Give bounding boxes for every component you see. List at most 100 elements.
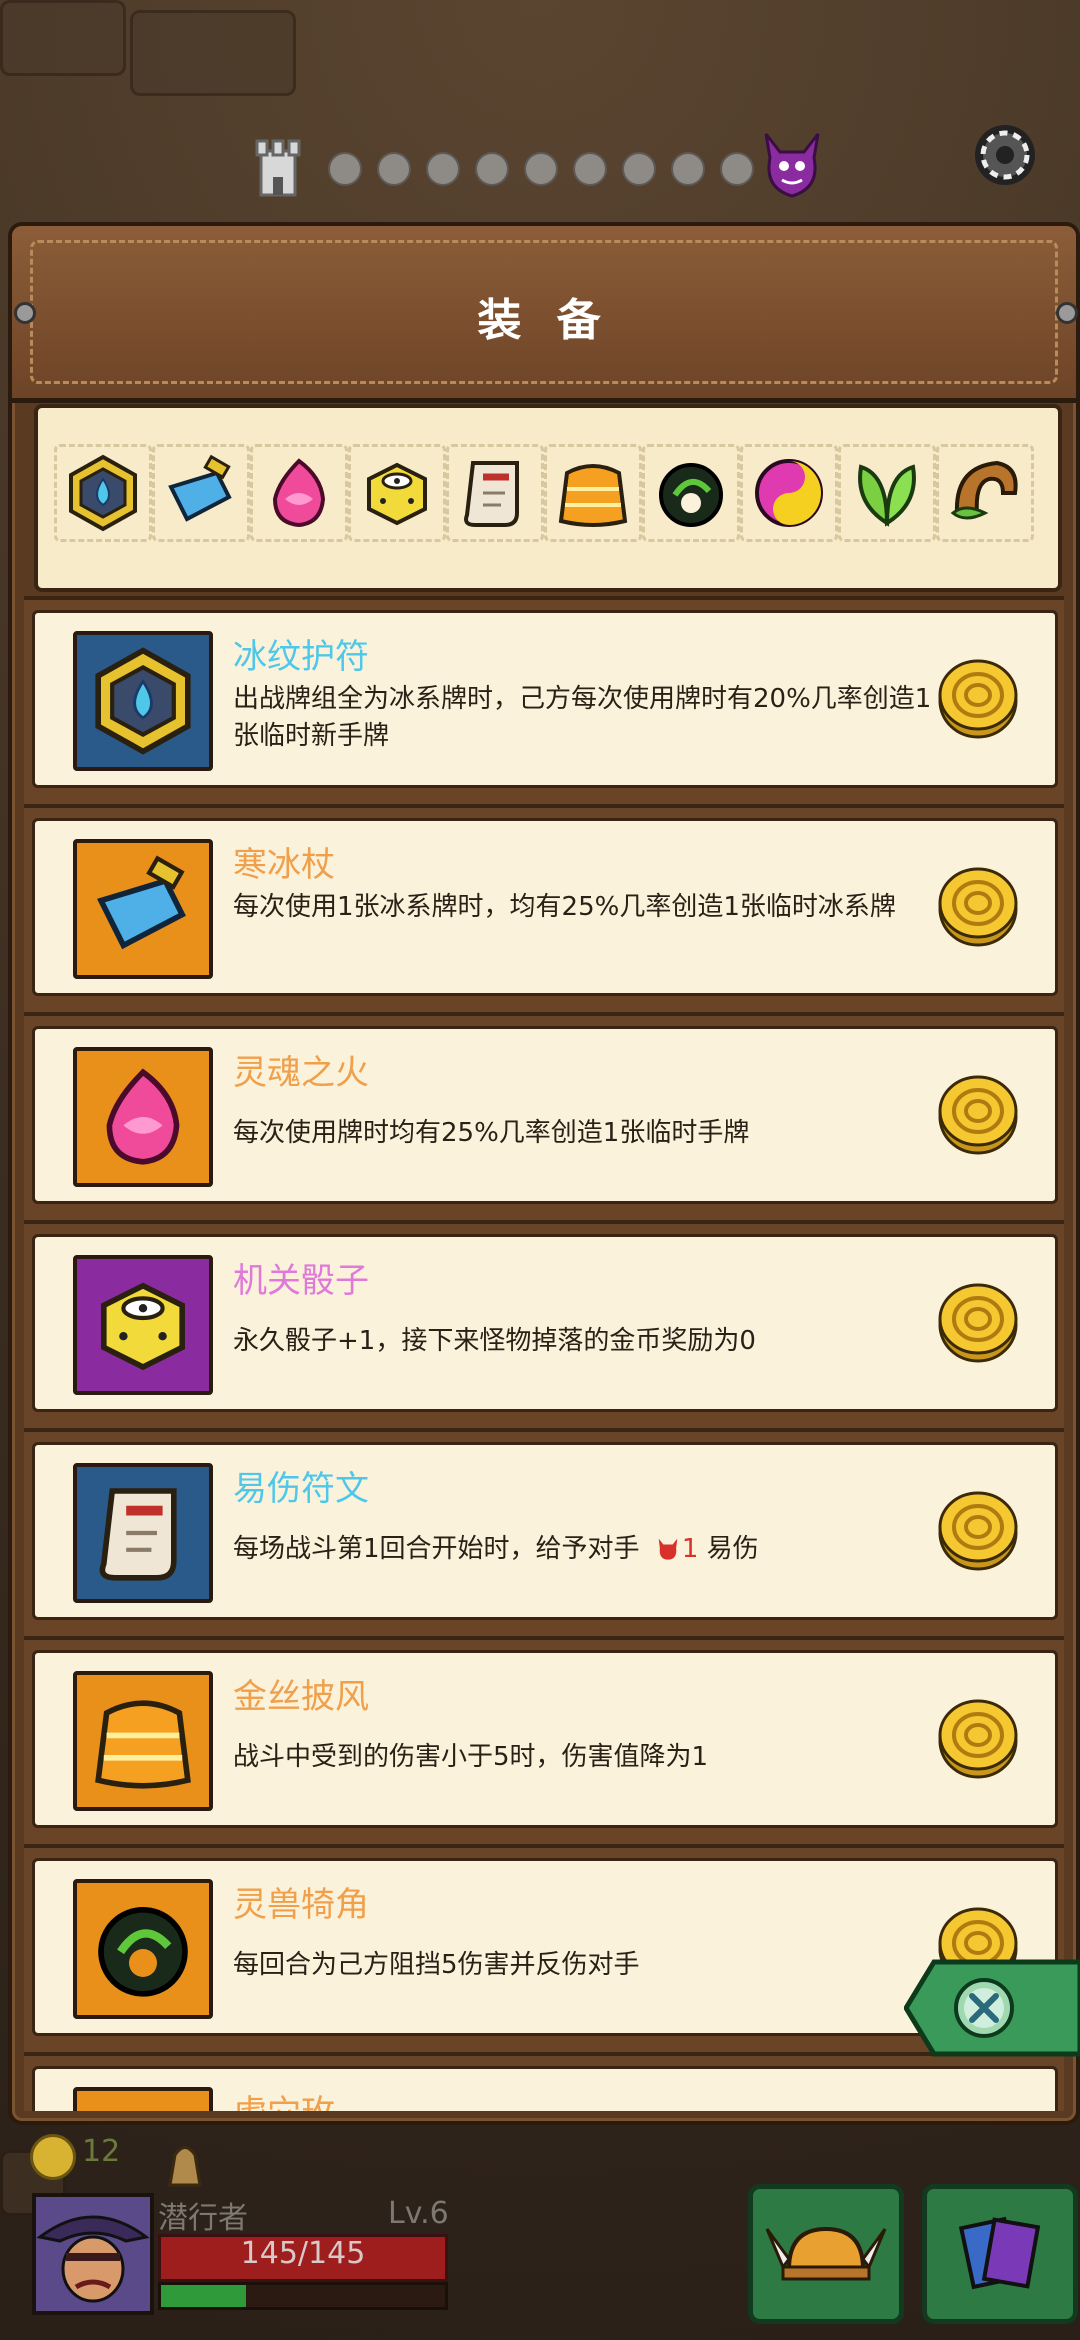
stage-dot bbox=[524, 152, 558, 186]
item-thumbnail bbox=[73, 1879, 213, 2019]
slot-golden-cape-icon[interactable] bbox=[544, 444, 642, 542]
desc-text: 每场战斗第1回合开始时，给予对手 bbox=[233, 1534, 640, 1564]
item-card[interactable]: 灵魂之火 每次使用牌时均有25%几率创造1张临时手牌 bbox=[32, 1026, 1058, 1204]
stage-dot bbox=[573, 152, 607, 186]
item-thumbnail bbox=[73, 839, 213, 979]
item-name: 寒冰杖 bbox=[233, 845, 335, 885]
hp-text: 145/145 bbox=[240, 2236, 366, 2271]
equipment-panel: 装 备 冰纹护符 出战牌组全为冰系牌时，己方每次使用牌时有20%几率创造1张临时… bbox=[8, 222, 1080, 2125]
item-name: 灵兽犄角 bbox=[233, 1885, 369, 1925]
list-item[interactable]: 虎穴玫 bbox=[24, 2052, 1064, 2111]
gold-coin-icon[interactable] bbox=[935, 1071, 1021, 1157]
bg-brick bbox=[0, 0, 126, 76]
scroll-icon bbox=[464, 461, 519, 527]
list-item[interactable]: 易伤符文 每场战斗第1回合开始时，给予对手 1 易伤 bbox=[24, 1428, 1064, 1646]
slot-leaf-icon[interactable] bbox=[838, 444, 936, 542]
soul-fire-icon bbox=[272, 458, 326, 528]
equipment-list[interactable]: 冰纹护符 出战牌组全为冰系牌时，己方每次使用牌时有20%几率创造1张临时新手牌 bbox=[24, 596, 1064, 2111]
item-card[interactable]: 寒冰杖 每次使用1张冰系牌时，均有25%几率创造1张临时冰系牌 bbox=[32, 818, 1058, 996]
player-level: Lv.6 bbox=[388, 2196, 449, 2231]
mech-dice-icon bbox=[367, 462, 427, 526]
list-item[interactable]: 机关骰子 永久骰子+1，接下来怪物掉落的金币奖励为0 bbox=[24, 1220, 1064, 1438]
hex-amulet-icon bbox=[69, 454, 137, 532]
item-name: 金丝披风 bbox=[233, 1677, 369, 1717]
gold-count: 12 bbox=[82, 2134, 121, 2169]
close-button[interactable] bbox=[904, 1958, 1080, 2058]
list-item[interactable]: 寒冰杖 每次使用1张冰系牌时，均有25%几率创造1张临时冰系牌 bbox=[24, 804, 1064, 1022]
gold-coin-icon[interactable] bbox=[935, 655, 1021, 741]
item-thumbnail bbox=[73, 1255, 213, 1395]
item-thumbnail bbox=[73, 631, 213, 771]
desc-text: 易伤 bbox=[706, 1534, 759, 1564]
item-card[interactable]: 虎穴玫 bbox=[32, 2066, 1058, 2111]
slot-horn-plant-icon[interactable] bbox=[936, 444, 1034, 542]
viking-helmet-icon bbox=[765, 2226, 887, 2281]
gold-coin-icon[interactable] bbox=[935, 1695, 1021, 1781]
xp-fill bbox=[161, 2285, 247, 2307]
xp-bar bbox=[158, 2282, 448, 2310]
item-description: 每次使用1张冰系牌时，均有25%几率创造1张临时冰系牌 bbox=[233, 892, 896, 922]
ice-staff-icon bbox=[168, 454, 232, 522]
item-description: 每场战斗第1回合开始时，给予对手 1 易伤 bbox=[233, 1531, 933, 1568]
slot-ice-staff-icon[interactable] bbox=[152, 444, 250, 542]
equipment-button[interactable] bbox=[748, 2184, 904, 2324]
item-card[interactable]: 机关骰子 永久骰子+1，接下来怪物掉落的金币奖励为0 bbox=[32, 1234, 1058, 1412]
item-card[interactable]: 易伤符文 每场战斗第1回合开始时，给予对手 1 易伤 bbox=[32, 1442, 1058, 1620]
beast-horn-icon bbox=[659, 463, 723, 527]
scroll-icon bbox=[99, 1488, 177, 1581]
avatar[interactable] bbox=[32, 2193, 154, 2315]
gold-coin-icon[interactable] bbox=[935, 1487, 1021, 1573]
item-description: 永久骰子+1，接下来怪物掉落的金币奖励为0 bbox=[233, 1326, 756, 1356]
soul-fire-icon bbox=[106, 1068, 180, 1165]
bg-brick bbox=[130, 10, 296, 96]
gold-coin-icon bbox=[30, 2134, 76, 2180]
tower-icon bbox=[255, 139, 301, 197]
card-deck-button[interactable] bbox=[922, 2184, 1078, 2324]
boss-demon-icon bbox=[764, 133, 820, 198]
stage-dot bbox=[475, 152, 509, 186]
item-name: 机关骰子 bbox=[233, 1261, 369, 1301]
player-name: 潜行者 bbox=[158, 2201, 248, 2236]
settings-gear-icon[interactable] bbox=[968, 118, 1042, 192]
item-card[interactable]: 金丝披风 战斗中受到的伤害小于5时，伤害值降为1 bbox=[32, 1650, 1058, 1828]
item-description: 每次使用牌时均有25%几率创造1张临时手牌 bbox=[233, 1118, 750, 1148]
item-thumbnail bbox=[73, 1047, 213, 1187]
leaf-icon bbox=[858, 464, 916, 527]
stage-dot bbox=[328, 152, 362, 186]
slot-soul-fire-icon[interactable] bbox=[250, 444, 348, 542]
rogue-portrait-icon bbox=[36, 2197, 150, 2311]
gold-coin-icon[interactable] bbox=[935, 1279, 1021, 1365]
beast-horn-icon bbox=[98, 1907, 188, 1997]
item-thumbnail bbox=[73, 2087, 213, 2111]
yin-yang-orb-icon bbox=[755, 459, 823, 527]
stage-dot bbox=[426, 152, 460, 186]
panel-header: 装 备 bbox=[12, 226, 1078, 403]
vulnerable-debuff-icon bbox=[658, 1538, 678, 1560]
slot-yin-yang-orb-icon[interactable] bbox=[740, 444, 838, 542]
stage-dot bbox=[377, 152, 411, 186]
slot-hex-amulet-icon[interactable] bbox=[54, 444, 152, 542]
item-name: 易伤符文 bbox=[233, 1469, 369, 1509]
golden-cape-icon bbox=[95, 1700, 191, 1789]
card-deck-icon bbox=[958, 2216, 1041, 2290]
golden-cape-icon bbox=[558, 464, 628, 527]
list-item[interactable]: 灵魂之火 每次使用牌时均有25%几率创造1张临时手牌 bbox=[24, 1012, 1064, 1230]
slot-beast-horn-icon[interactable] bbox=[642, 444, 740, 542]
list-item[interactable]: 冰纹护符 出战牌组全为冰系牌时，己方每次使用牌时有20%几率创造1张临时新手牌 bbox=[24, 596, 1064, 814]
item-description: 每回合为己方阻挡5伤害并反伤对手 bbox=[233, 1950, 640, 1980]
equipment-icon-strip bbox=[34, 404, 1062, 592]
item-card[interactable]: 冰纹护符 出战牌组全为冰系牌时，己方每次使用牌时有20%几率创造1张临时新手牌 bbox=[32, 610, 1058, 788]
item-name: 灵魂之火 bbox=[233, 1053, 369, 1093]
gold-coin-icon[interactable] bbox=[935, 863, 1021, 949]
ice-staff-icon bbox=[97, 855, 186, 950]
list-item[interactable]: 金丝披风 战斗中受到的伤害小于5时，伤害值降为1 bbox=[24, 1636, 1064, 1854]
stage-dot bbox=[720, 152, 754, 186]
hex-amulet-icon bbox=[95, 647, 191, 755]
item-thumbnail bbox=[73, 1463, 213, 1603]
stage-dot bbox=[622, 152, 656, 186]
slot-scroll-icon[interactable] bbox=[446, 444, 544, 542]
debuff-stack-count: 1 bbox=[681, 1534, 699, 1564]
item-description: 战斗中受到的伤害小于5时，伤害值降为1 bbox=[233, 1742, 709, 1772]
scroll-pouch-icon bbox=[168, 2146, 202, 2187]
slot-mech-dice-icon[interactable] bbox=[348, 444, 446, 542]
